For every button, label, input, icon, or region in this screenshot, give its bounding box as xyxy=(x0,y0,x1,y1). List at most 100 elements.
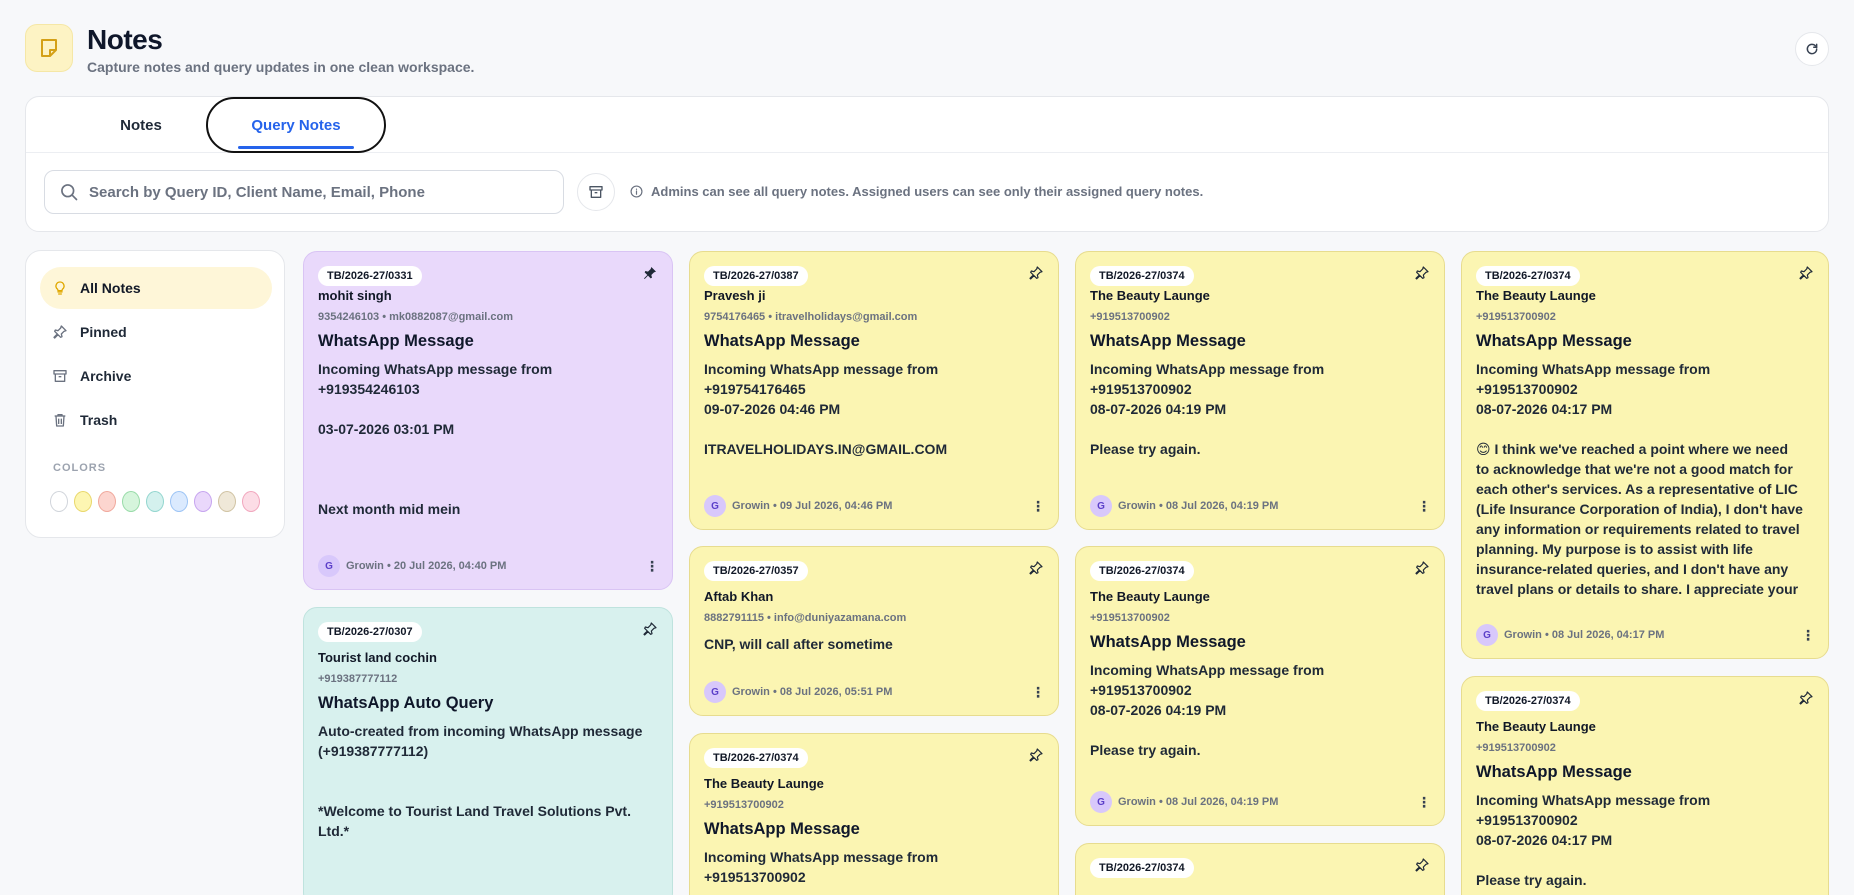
sidebar-item-label: All Notes xyxy=(80,280,141,296)
refresh-button[interactable] xyxy=(1795,32,1829,66)
note-meta: Growin • 08 Jul 2026, 04:19 PM xyxy=(1118,500,1279,512)
note-card[interactable]: TB/2026-27/0307 Tourist land cochin +919… xyxy=(303,607,673,895)
avatar: G xyxy=(1090,495,1112,517)
client-name: Tourist land cochin xyxy=(318,650,437,665)
note-footer: G Growin • 09 Jul 2026, 04:46 PM ⋮ xyxy=(704,495,1045,517)
query-id-badge: TB/2026-27/0374 xyxy=(1090,266,1194,286)
note-card[interactable]: TB/2026-27/0357 Aftab Khan 8882791115 • … xyxy=(689,546,1059,716)
archive-icon xyxy=(589,186,603,198)
pin-icon[interactable] xyxy=(1028,560,1044,576)
note-card[interactable]: TB/2026-27/0331 mohit singh 9354246103 •… xyxy=(303,251,673,590)
color-swatch-yellow[interactable] xyxy=(74,491,92,512)
note-body: Incoming WhatsApp message from +91975417… xyxy=(704,361,948,457)
color-swatch-teal[interactable] xyxy=(146,491,164,512)
pin-icon[interactable] xyxy=(1028,747,1044,763)
client-contact: 9754176465 • itravelholidays@gmail.com xyxy=(704,311,918,323)
tab-query-notes[interactable]: Query Notes xyxy=(206,97,386,153)
avatar: G xyxy=(1090,791,1112,813)
note-body: Incoming WhatsApp message from +91951370… xyxy=(1476,361,1803,597)
avatar: G xyxy=(1476,624,1498,646)
note-card[interactable]: TB/2026-27/0374 The Beauty Launge +91951… xyxy=(689,733,1059,895)
refresh-icon xyxy=(1806,43,1818,55)
color-swatch-blue[interactable] xyxy=(170,491,188,512)
note-title: WhatsApp Message xyxy=(1090,633,1246,651)
note-body: Incoming WhatsApp message from +91951370… xyxy=(704,849,939,885)
pin-icon[interactable] xyxy=(1798,690,1814,706)
note-body: CNP, will call after sometime xyxy=(704,636,893,652)
note-body: Incoming WhatsApp message from +91935424… xyxy=(318,361,553,517)
search-field[interactable] xyxy=(44,170,564,214)
query-id-badge: TB/2026-27/0374 xyxy=(1090,561,1194,581)
sidebar-item-trash[interactable]: Trash xyxy=(40,399,272,441)
client-contact: +919387777112 xyxy=(318,673,398,685)
pin-icon[interactable] xyxy=(1414,857,1430,873)
tab-notes[interactable]: Notes xyxy=(66,97,216,153)
search-input[interactable] xyxy=(89,183,529,201)
page-title: Notes xyxy=(87,24,163,55)
sidebar-item-pinned[interactable]: Pinned xyxy=(40,311,272,353)
client-name: The Beauty Launge xyxy=(704,776,824,791)
note-title: WhatsApp Message xyxy=(1476,332,1632,350)
note-meta: Growin • 08 Jul 2026, 04:19 PM xyxy=(1118,796,1279,808)
note-meta: Growin • 08 Jul 2026, 04:17 PM xyxy=(1504,629,1665,641)
note-title: WhatsApp Message xyxy=(704,332,860,350)
avatar: G xyxy=(704,681,726,703)
query-id-badge: TB/2026-27/0331 xyxy=(318,266,422,286)
query-id-badge: TB/2026-27/0374 xyxy=(1476,691,1580,711)
note-footer: G Growin • 08 Jul 2026, 04:19 PM ⋮ xyxy=(1090,791,1431,813)
client-name: Pravesh ji xyxy=(704,288,766,303)
colors-label: COLORS xyxy=(53,462,107,474)
page-header: Notes Capture notes and query updates in… xyxy=(25,24,1829,80)
avatar: G xyxy=(318,555,340,577)
note-meta: Growin • 08 Jul 2026, 05:51 PM xyxy=(732,686,893,698)
sidebar-item-all-notes[interactable]: All Notes xyxy=(40,267,272,309)
color-swatches xyxy=(50,491,260,512)
note-card[interactable]: TB/2026-27/0374 The Beauty Launge +91951… xyxy=(1075,251,1445,530)
pin-icon[interactable] xyxy=(1028,265,1044,281)
sidebar-item-archive[interactable]: Archive xyxy=(40,355,272,397)
archive-filter-button[interactable] xyxy=(577,173,615,211)
info-text: Admins can see all query notes. Assigned… xyxy=(651,184,1204,199)
note-card[interactable]: TB/2026-27/0374 The Beauty Launge +91951… xyxy=(1461,251,1829,659)
note-body: Incoming WhatsApp message from +91951370… xyxy=(1090,662,1325,758)
more-menu-icon[interactable]: ⋮ xyxy=(1031,498,1045,515)
more-menu-icon[interactable]: ⋮ xyxy=(1417,794,1431,811)
color-swatch-beige[interactable] xyxy=(218,491,236,512)
more-menu-icon[interactable]: ⋮ xyxy=(1417,498,1431,515)
pin-icon xyxy=(53,325,67,339)
tab-bar: Notes Query Notes xyxy=(26,97,1828,153)
query-id-badge: TB/2026-27/0387 xyxy=(704,266,808,286)
color-swatch-purple[interactable] xyxy=(194,491,212,512)
color-swatch-green[interactable] xyxy=(122,491,140,512)
client-contact: 9354246103 • mk0882087@gmail.com xyxy=(318,311,513,323)
info-icon xyxy=(630,185,643,198)
bulb-icon xyxy=(55,281,65,295)
pin-icon[interactable] xyxy=(1414,265,1430,281)
note-card[interactable]: TB/2026-27/0374 The Beauty Launge +91951… xyxy=(1075,546,1445,826)
color-swatch-pink[interactable] xyxy=(242,491,260,512)
notes-sidebar: All Notes Pinned Archive Trash COLORS xyxy=(25,250,285,538)
avatar: G xyxy=(704,495,726,517)
more-menu-icon[interactable]: ⋮ xyxy=(1801,627,1815,644)
pin-icon[interactable] xyxy=(1414,560,1430,576)
note-card[interactable]: TB/2026-27/0387 Pravesh ji 9754176465 • … xyxy=(689,251,1059,530)
notes-logo-icon xyxy=(25,24,73,72)
more-menu-icon[interactable]: ⋮ xyxy=(645,558,659,575)
note-title: WhatsApp Auto Query xyxy=(318,694,494,712)
client-name: Aftab Khan xyxy=(704,589,774,604)
color-swatch-red[interactable] xyxy=(98,491,116,512)
note-footer: G Growin • 20 Jul 2026, 04:40 PM ⋮ xyxy=(318,555,659,577)
note-card[interactable]: TB/2026-27/0374 xyxy=(1075,843,1445,895)
note-title: WhatsApp Message xyxy=(318,332,474,350)
client-name: The Beauty Launge xyxy=(1090,288,1210,303)
more-menu-icon[interactable]: ⋮ xyxy=(1031,684,1045,701)
pinned-icon[interactable] xyxy=(642,265,658,281)
note-card[interactable]: TB/2026-27/0374 The Beauty Launge +91951… xyxy=(1461,676,1829,895)
color-swatch-white[interactable] xyxy=(50,491,68,512)
pin-icon[interactable] xyxy=(642,621,658,637)
note-body: Incoming WhatsApp message from +91951370… xyxy=(1476,792,1711,888)
archive-icon xyxy=(53,370,67,382)
note-body: Auto-created from incoming WhatsApp mess… xyxy=(318,723,643,839)
pin-icon[interactable] xyxy=(1798,265,1814,281)
note-title: WhatsApp Message xyxy=(1090,332,1246,350)
